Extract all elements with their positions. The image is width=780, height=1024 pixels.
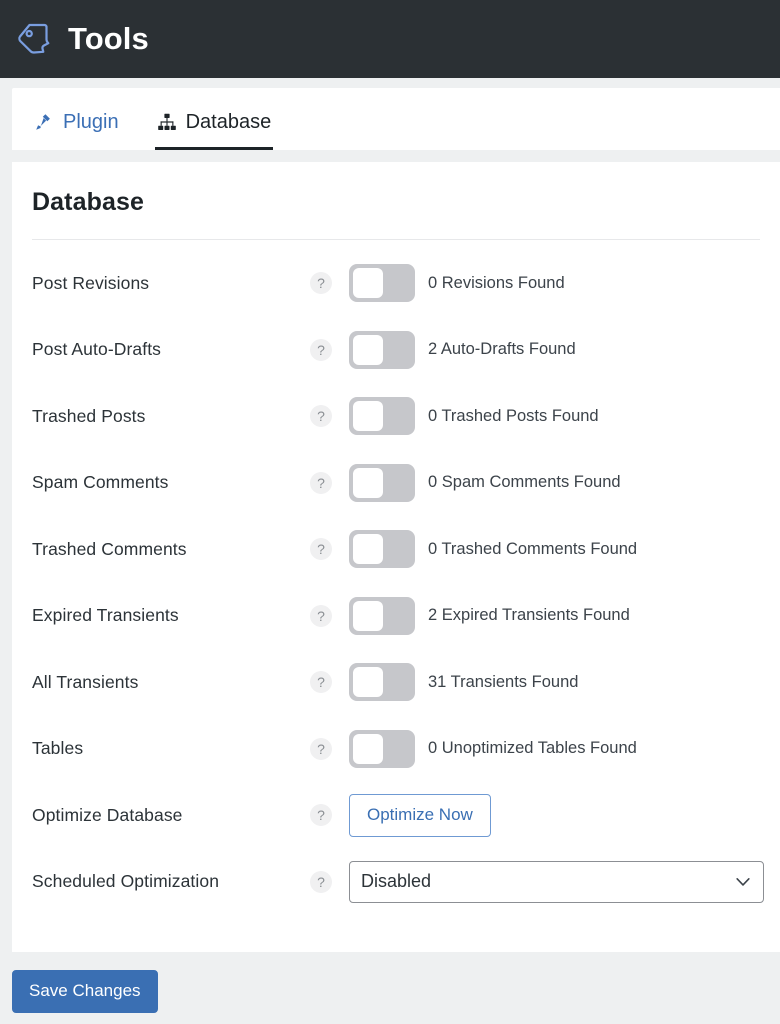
database-panel: Database Post Revisions ? 0 Revisions Fo… [12, 162, 780, 952]
save-bar: Save Changes [0, 952, 780, 1013]
row-label: Optimize Database [32, 804, 183, 825]
row-label: Post Auto-Drafts [32, 339, 162, 360]
toggle-knob [353, 667, 383, 698]
toggle-switch[interactable] [349, 330, 415, 369]
row-status: 31 Transients Found [428, 672, 579, 691]
toggle-knob [353, 401, 383, 432]
settings-rows: Post Revisions ? 0 Revisions Found Post … [12, 240, 780, 915]
help-icon[interactable]: ? [310, 471, 332, 494]
help-icon[interactable]: ? [310, 338, 332, 361]
row-spam-comments: Spam Comments ? 0 Spam Comments Found [12, 450, 780, 517]
save-changes-button[interactable]: Save Changes [12, 970, 158, 1013]
help-icon[interactable]: ? [310, 272, 332, 295]
toggle-knob [353, 534, 383, 565]
toggle-knob [353, 268, 383, 299]
row-status: 0 Trashed Posts Found [428, 406, 599, 425]
toggle-switch[interactable] [349, 663, 415, 702]
help-icon[interactable]: ? [310, 405, 332, 428]
row-label: All Transients [32, 671, 139, 692]
toggle-switch[interactable] [349, 463, 415, 502]
optimize-now-button[interactable]: Optimize Now [349, 793, 491, 837]
help-icon[interactable]: ? [310, 538, 332, 561]
plug-icon [36, 114, 50, 130]
row-label: Tables [32, 738, 84, 759]
toggle-switch[interactable] [349, 530, 415, 569]
help-icon[interactable]: ? [310, 671, 332, 694]
app-window: Tools Plugin Database Database Post Revi… [0, 0, 780, 1024]
row-label: Scheduled Optimization [32, 871, 220, 892]
toggle-switch[interactable] [349, 729, 415, 768]
row-status: 0 Trashed Comments Found [428, 539, 638, 558]
panel-title: Database [32, 188, 144, 216]
row-status: 0 Spam Comments Found [428, 473, 621, 492]
toggle-knob [353, 733, 383, 764]
row-post-revisions: Post Revisions ? 0 Revisions Found [12, 250, 780, 317]
tab-bar: Plugin Database [12, 88, 780, 150]
row-trashed-comments: Trashed Comments ? 0 Trashed Comments Fo… [12, 516, 780, 583]
row-label: Expired Transients [32, 605, 179, 626]
row-scheduled-optimization: Scheduled Optimization ? Disabled [12, 849, 780, 916]
help-icon[interactable]: ? [310, 737, 332, 760]
row-label: Trashed Posts [32, 405, 146, 426]
scheduled-optimization-select[interactable]: Disabled [349, 860, 764, 903]
toggle-switch[interactable] [349, 596, 415, 635]
app-header: Tools [0, 0, 780, 78]
row-status: 2 Auto-Drafts Found [428, 340, 576, 359]
toggle-knob [353, 600, 383, 631]
page-title: Tools [68, 21, 149, 56]
toggle-knob [353, 334, 383, 365]
help-icon[interactable]: ? [310, 804, 332, 827]
row-all-transients: All Transients ? 31 Transients Found [12, 649, 780, 716]
row-status: 0 Revisions Found [428, 273, 565, 292]
tab-database-label: Database [185, 111, 272, 133]
row-expired-transients: Expired Transients ? 2 Expired Transient… [12, 583, 780, 650]
tab-plugin[interactable]: Plugin [32, 94, 133, 150]
row-label: Trashed Comments [32, 538, 187, 559]
row-tables: Tables ? 0 Unoptimized Tables Found [12, 716, 780, 783]
row-label: Spam Comments [32, 472, 169, 493]
tab-plugin-label: Plugin [63, 111, 119, 133]
tag-speech-bubble-icon [18, 23, 50, 54]
row-status: 2 Expired Transients Found [428, 606, 630, 625]
toggle-knob [353, 467, 383, 498]
scheduled-optimization-select-wrap: Disabled [349, 860, 764, 903]
row-post-auto-drafts: Post Auto-Drafts ? 2 Auto-Drafts Found [12, 317, 780, 384]
row-status: 0 Unoptimized Tables Found [428, 739, 637, 758]
help-icon[interactable]: ? [310, 604, 332, 627]
row-optimize-database: Optimize Database ? Optimize Now [12, 782, 780, 849]
row-trashed-posts: Trashed Posts ? 0 Trashed Posts Found [12, 383, 780, 450]
toggle-switch[interactable] [349, 264, 415, 303]
toggle-switch[interactable] [349, 397, 415, 436]
sitemap-icon [157, 113, 176, 130]
tab-database[interactable]: Database [154, 94, 286, 150]
row-label: Post Revisions [32, 272, 150, 293]
help-icon[interactable]: ? [310, 870, 332, 893]
